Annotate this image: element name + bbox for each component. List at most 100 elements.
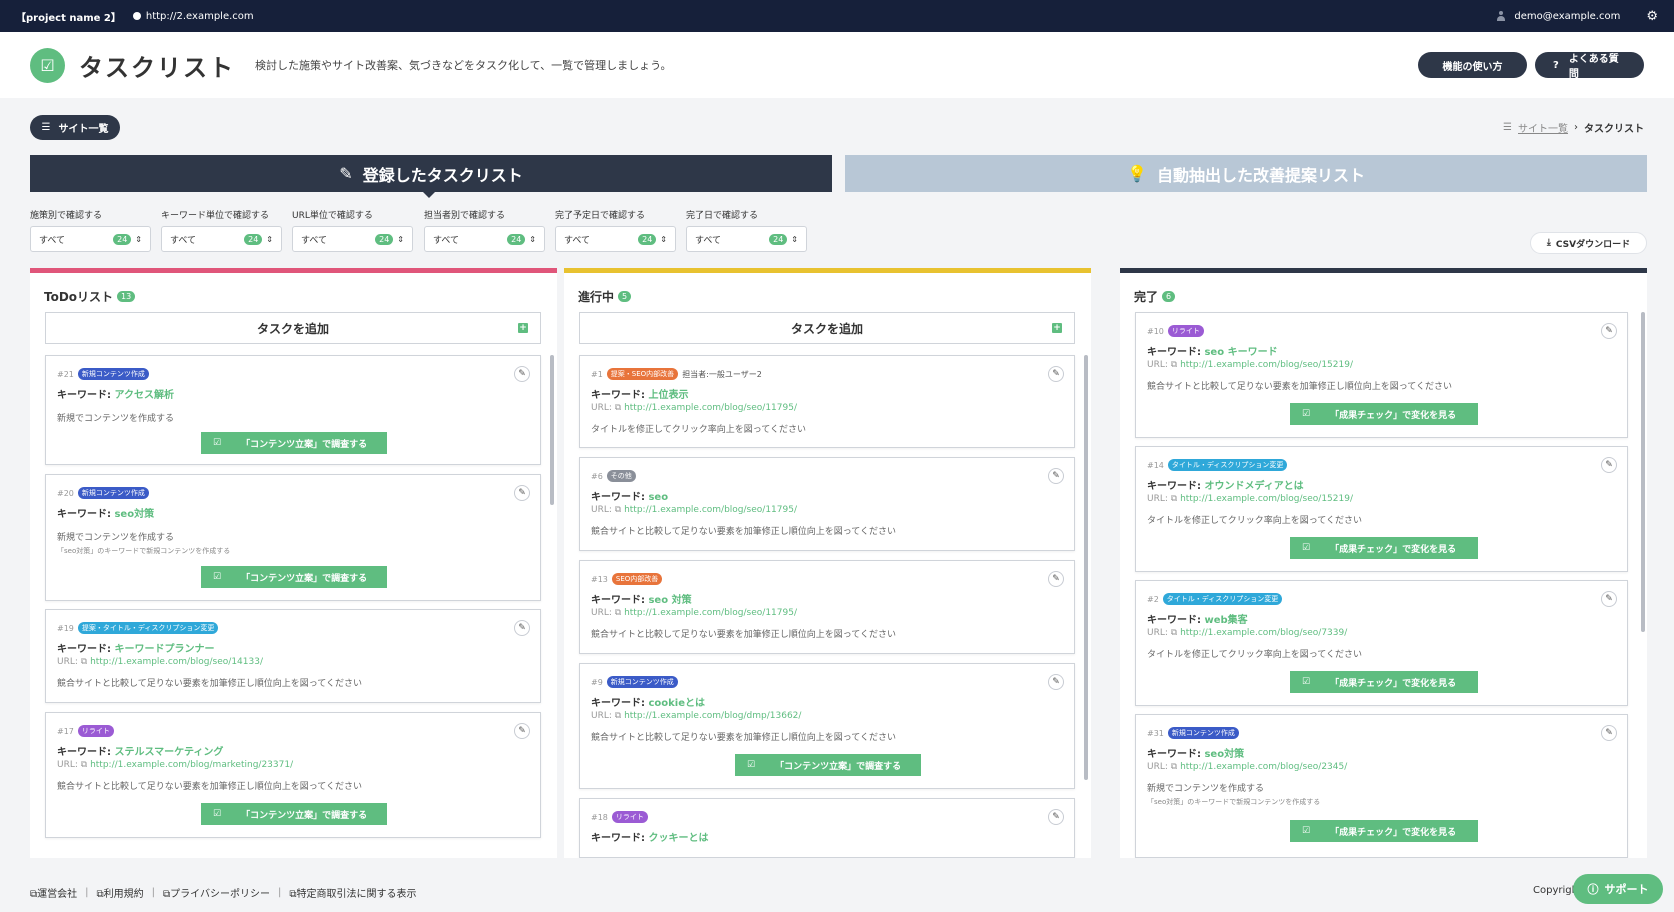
keyword-value[interactable]: アクセス解析: [114, 390, 174, 401]
task-card[interactable]: #19 提案・タイトル・ディスクリプション変更 ✎ キーワード: キーワードプラン…: [45, 609, 541, 703]
tab-registered[interactable]: ✎ 登録したタスクリスト: [30, 155, 832, 198]
url-link[interactable]: http://1.example.com/blog/seo/11795/: [624, 505, 797, 515]
url-link[interactable]: http://1.example.com/blog/seo/11795/: [624, 608, 797, 618]
edit-icon[interactable]: ✎: [1048, 366, 1064, 382]
user-menu[interactable]: demo@example.com: [1496, 11, 1620, 22]
support-button[interactable]: ⓘ サポート: [1573, 874, 1663, 904]
task-number: #31: [1147, 728, 1164, 738]
filter-select[interactable]: すべて 24 ⇕: [424, 226, 545, 252]
add-task-button[interactable]: タスクを追加 +: [579, 312, 1075, 344]
url-label: URL:: [1147, 494, 1168, 504]
task-card[interactable]: #20 新規コンテンツ作成 ✎ キーワード: seo対策 新規でコンテンツを作成す…: [45, 474, 541, 601]
footer-link-privacy[interactable]: ⧉プライバシーポリシー: [163, 885, 270, 900]
gear-icon[interactable]: ⚙: [1646, 9, 1658, 24]
breadcrumb-site-list[interactable]: サイト一覧: [1518, 120, 1568, 135]
task-card[interactable]: #31 新規コンテンツ作成 ✎ キーワード: seo対策 URL: ⧉ http:…: [1135, 714, 1628, 858]
keyword-value[interactable]: seo: [648, 492, 668, 503]
research-button[interactable]: ☑ 「コンテンツ立案」で調査する: [201, 566, 387, 588]
task-tag: 提案・SEO内部改善: [606, 368, 679, 380]
scrollbar[interactable]: [1084, 355, 1088, 780]
task-keyword: キーワード: クッキーとは: [591, 829, 708, 844]
csv-download-button[interactable]: ⤓ CSVダウンロード: [1530, 232, 1647, 254]
keyword-value[interactable]: cookieとは: [648, 698, 705, 709]
task-card[interactable]: #1 提案・SEO内部改善 担当者:一般ユーザー2 ✎ キーワード: 上位表示 UR…: [579, 355, 1075, 448]
url-link[interactable]: http://1.example.com/blog/seo/2345/: [1180, 762, 1347, 772]
column-count: 5: [618, 291, 632, 302]
scrollbar[interactable]: [1641, 312, 1645, 632]
edit-icon[interactable]: ✎: [1601, 323, 1617, 339]
check-button[interactable]: ☑ 「成果チェック」で変化を見る: [1290, 671, 1478, 693]
url-link[interactable]: http://1.example.com/blog/marketing/2337…: [90, 760, 293, 770]
edit-icon[interactable]: ✎: [1601, 725, 1617, 741]
edit-icon[interactable]: ✎: [1601, 591, 1617, 607]
task-subnote: 「seo対策」のキーワードで新規コンテンツを作成する: [57, 547, 231, 555]
edit-icon[interactable]: ✎: [514, 485, 530, 501]
footer-link-tokushoho[interactable]: ⧉特定商取引法に関する表示: [289, 885, 416, 900]
add-task-button[interactable]: タスクを追加 +: [45, 312, 541, 344]
research-button[interactable]: ☑ 「コンテンツ立案」で調査する: [201, 803, 387, 825]
task-card[interactable]: #2 タイトル・ディスクリプション変更 ✎ キーワード: web集客 URL: ⧉…: [1135, 580, 1628, 706]
task-tag: その他: [606, 470, 636, 482]
task-url: URL: ⧉ http://1.example.com/blog/seo/141…: [57, 657, 263, 667]
task-card[interactable]: #21 新規コンテンツ作成 ✎ キーワード: アクセス解析 新規でコンテンツを作成…: [45, 355, 541, 465]
edit-icon[interactable]: ✎: [1048, 674, 1064, 690]
check-button[interactable]: ☑ 「成果チェック」で変化を見る: [1290, 403, 1478, 425]
footer-link-company[interactable]: ⧉運営会社: [30, 885, 77, 900]
url-link[interactable]: http://1.example.com/blog/seo/7339/: [1180, 628, 1347, 638]
edit-icon[interactable]: ✎: [1048, 468, 1064, 484]
keyword-value[interactable]: クッキーとは: [648, 833, 708, 844]
task-card[interactable]: #17 リライト ✎ キーワード: ステルスマーケティング URL: ⧉ http…: [45, 712, 541, 838]
project-name[interactable]: 【project name 2】: [16, 9, 121, 24]
keyword-value[interactable]: seo対策: [1204, 749, 1244, 760]
keyword-value[interactable]: seo 対策: [648, 595, 691, 606]
filter-select[interactable]: すべて 24 ⇕: [292, 226, 413, 252]
edit-icon[interactable]: ✎: [514, 723, 530, 739]
keyword-value[interactable]: seo対策: [114, 509, 154, 520]
keyword-value[interactable]: 上位表示: [648, 390, 688, 401]
keyword-value[interactable]: seo キーワード: [1204, 347, 1277, 358]
scrollbar[interactable]: [550, 355, 554, 505]
task-card[interactable]: #13 SEO内部改善 ✎ キーワード: seo 対策 URL: ⧉ http:/…: [579, 560, 1075, 654]
edit-icon[interactable]: ✎: [1048, 809, 1064, 825]
site-url[interactable]: http://2.example.com: [132, 11, 254, 22]
task-card[interactable]: #18 リライト ✎ キーワード: クッキーとは: [579, 798, 1075, 858]
task-card[interactable]: #6 その他 ✎ キーワード: seo URL: ⧉ http://1.examp…: [579, 457, 1075, 551]
filter-select[interactable]: すべて 24 ⇕: [30, 226, 151, 252]
task-card[interactable]: #10 リライト ✎ キーワード: seo キーワード URL: ⧉ http:/…: [1135, 312, 1628, 438]
keyword-value[interactable]: ステルスマーケティング: [114, 747, 223, 758]
filter-select[interactable]: すべて 24 ⇕: [555, 226, 676, 252]
howto-button[interactable]: 機能の使い方: [1418, 52, 1527, 78]
filter-select[interactable]: すべて 24 ⇕: [686, 226, 807, 252]
task-card[interactable]: #14 タイトル・ディスクリプション変更 ✎ キーワード: オウンドメディアとは …: [1135, 446, 1628, 572]
url-link[interactable]: http://1.example.com/blog/dmp/13662/: [624, 711, 801, 721]
edit-icon[interactable]: ✎: [514, 366, 530, 382]
top-bar: 【project name 2】 http://2.example.com de…: [0, 0, 1674, 32]
research-button[interactable]: ☑ 「コンテンツ立案」で調査する: [201, 432, 387, 454]
check-button[interactable]: ☑ 「成果チェック」で変化を見る: [1290, 820, 1478, 842]
footer-link-terms[interactable]: ⧉利用規約: [97, 885, 144, 900]
edit-icon[interactable]: ✎: [514, 620, 530, 636]
url-link[interactable]: http://1.example.com/blog/seo/15219/: [1180, 360, 1353, 370]
url-link[interactable]: http://1.example.com/blog/seo/11795/: [624, 403, 797, 413]
keyword-value[interactable]: キーワードプランナー: [114, 644, 214, 655]
url-link[interactable]: http://1.example.com/blog/seo/15219/: [1180, 494, 1353, 504]
faq-label: よくある質問: [1568, 54, 1619, 80]
research-button[interactable]: ☑ 「コンテンツ立案」で調査する: [735, 754, 921, 776]
edit-icon[interactable]: ✎: [1048, 571, 1064, 587]
check-button[interactable]: ☑ 「成果チェック」で変化を見る: [1290, 537, 1478, 559]
task-tag: 新規コンテンツ作成: [77, 487, 149, 499]
lightbulb-icon: 💡: [1127, 164, 1147, 183]
tab-auto[interactable]: 💡 自動抽出した改善提案リスト: [845, 155, 1647, 192]
keyword-value[interactable]: web集客: [1204, 615, 1247, 626]
faq-button[interactable]: ? よくある質問: [1535, 52, 1644, 80]
task-card[interactable]: #9 新規コンテンツ作成 ✎ キーワード: cookieとは URL: ⧉ htt…: [579, 663, 1075, 789]
site-list-button[interactable]: ☰ サイト一覧: [30, 115, 120, 140]
footer-separator: |: [151, 887, 156, 898]
url-label: URL:: [1147, 360, 1168, 370]
filter-select[interactable]: すべて 24 ⇕: [161, 226, 282, 252]
task-tag: 新規コンテンツ作成: [1167, 727, 1239, 739]
keyword-value[interactable]: オウンドメディアとは: [1204, 481, 1303, 492]
edit-icon[interactable]: ✎: [1601, 457, 1617, 473]
url-link[interactable]: http://1.example.com/blog/seo/14133/: [90, 657, 263, 667]
task-description: 競合サイトと比較して足りない要素を加筆修正し順位向上を図ってください: [1147, 382, 1453, 392]
